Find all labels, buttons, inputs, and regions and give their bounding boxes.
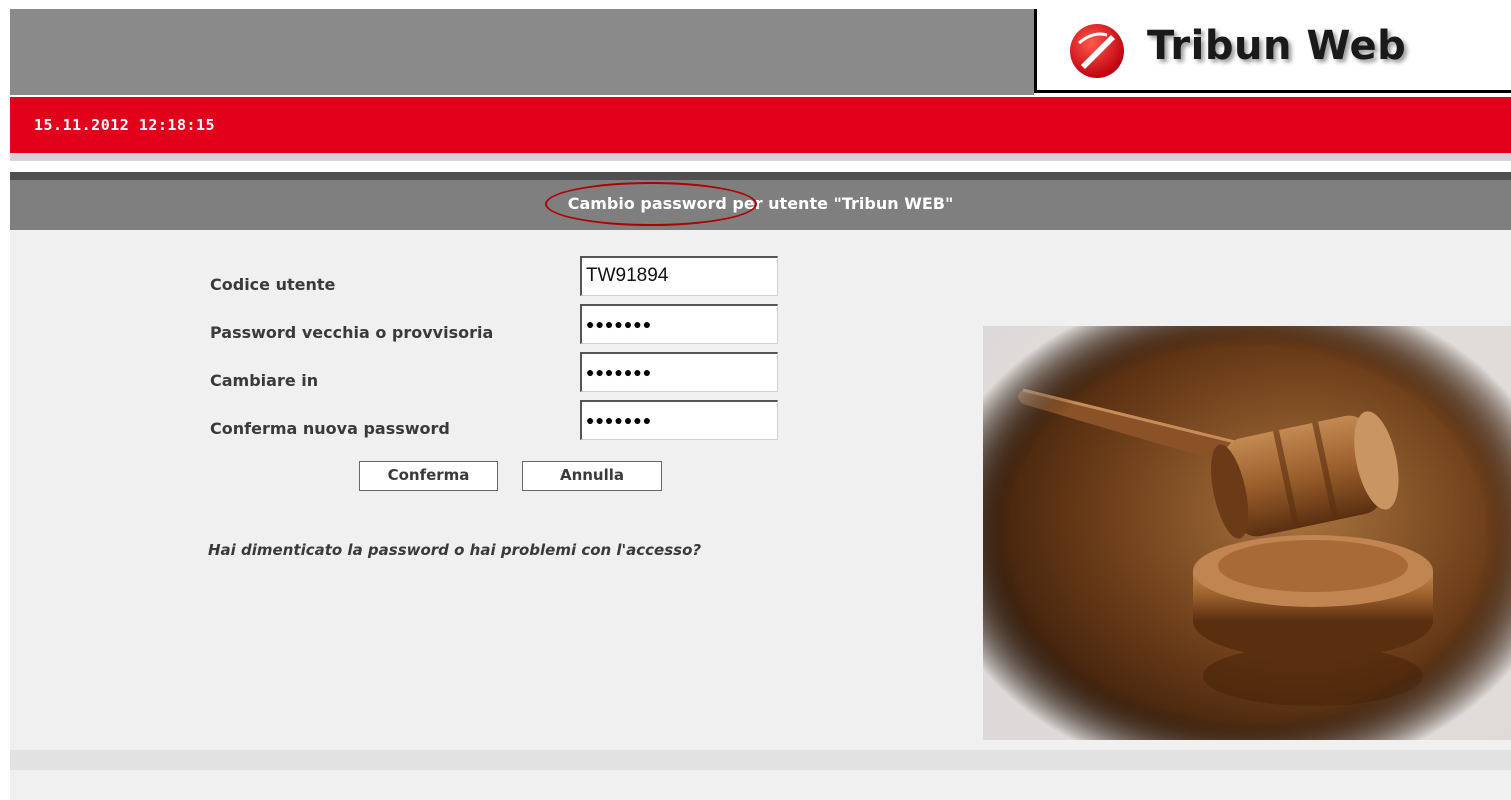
footer <box>10 770 1511 800</box>
new-password-field[interactable]: ●●●●●●● <box>580 352 778 392</box>
confirm-password-label: Conferma nuova password <box>210 419 450 438</box>
divider <box>10 172 1511 180</box>
gavel-icon <box>983 326 1511 740</box>
unicredit-logo-icon <box>1070 24 1124 78</box>
help-link[interactable]: Hai dimenticato la password o hai proble… <box>208 540 768 561</box>
brand-logo: Tribun Web <box>1034 9 1511 93</box>
gavel-image <box>983 326 1511 740</box>
brand-name: Tribun Web <box>1147 23 1407 69</box>
confirm-button[interactable]: Conferma <box>359 461 498 491</box>
status-bar <box>10 97 1511 153</box>
highlight-annotation <box>545 182 757 226</box>
old-password-field[interactable]: ●●●●●●● <box>580 304 778 344</box>
confirm-password-field[interactable]: ●●●●●●● <box>580 400 778 440</box>
cancel-button[interactable]: Annulla <box>522 461 662 491</box>
user-code-label: Codice utente <box>210 275 336 294</box>
new-password-label: Cambiare in <box>210 371 319 390</box>
old-password-label: Password vecchia o provvisoria <box>210 323 494 342</box>
form-title-bar: Cambio password per utente "Tribun WEB" <box>10 180 1511 230</box>
page-title: Cambio password per utente "Tribun WEB" <box>567 194 954 213</box>
current-datetime: 15.11.2012 12:18:15 <box>34 116 216 134</box>
divider <box>10 750 1511 770</box>
user-code-field[interactable]: TW91894 <box>580 256 778 296</box>
header-banner <box>10 9 1034 95</box>
divider <box>10 153 1511 161</box>
